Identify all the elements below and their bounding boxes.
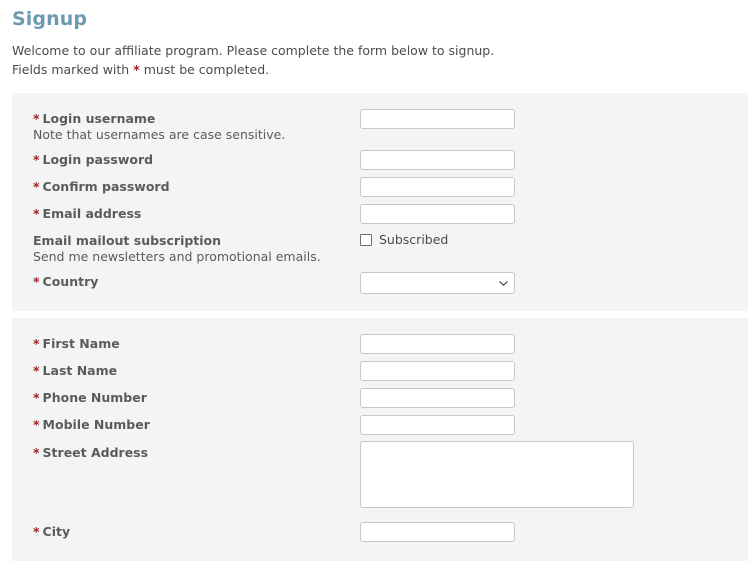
account-details-panel: * Login username Note that usernames are … (12, 92, 748, 311)
field-email (360, 202, 748, 224)
required-star-icon: * (33, 110, 40, 126)
username-input[interactable] (360, 108, 515, 129)
country-select-wrapper[interactable] (360, 271, 515, 294)
label-username: * Login username Note that usernames are … (33, 107, 360, 142)
label-mobile-number: * Mobile Number (33, 413, 360, 432)
page-header: Signup Welcome to our affiliate program.… (0, 0, 748, 79)
label-email-text: Email address (42, 205, 142, 221)
city-input[interactable] (360, 521, 515, 542)
required-star-icon: * (33, 389, 40, 405)
label-street-address-text: Street Address (42, 444, 149, 460)
form-row-city: * City (12, 520, 748, 547)
label-last-name-text: Last Name (42, 362, 118, 378)
label-first-name: * First Name (33, 332, 360, 351)
label-subscription: Email mailout subscription Send me newsl… (33, 229, 360, 264)
page-title: Signup (12, 8, 88, 30)
intro-line-2-prefix: Fields marked with (12, 61, 134, 77)
label-email-main: * Email address (33, 206, 141, 221)
label-password: * Login password (33, 148, 360, 167)
label-last-name-main: * Last Name (33, 363, 117, 378)
field-street-address (360, 440, 748, 508)
label-confirm-password-main: * Confirm password (33, 179, 170, 194)
required-star-icon: * (33, 335, 40, 351)
field-city (360, 520, 748, 542)
label-first-name-text: First Name (42, 335, 120, 351)
label-phone-number-main: * Phone Number (33, 390, 147, 405)
intro-text: Welcome to our affiliate program. Please… (12, 41, 748, 79)
form-row-confirm-password: * Confirm password (12, 175, 748, 202)
label-last-name: * Last Name (33, 359, 360, 378)
intro-line-1: Welcome to our affiliate program. Please… (12, 42, 495, 58)
label-first-name-main: * First Name (33, 336, 120, 351)
label-username-text: Login username (42, 110, 156, 126)
label-city-main: * City (33, 524, 70, 539)
required-star-icon: * (33, 151, 40, 167)
label-username-main: * Login username (33, 111, 155, 126)
label-country: * Country (33, 270, 360, 289)
label-mobile-number-text: Mobile Number (42, 416, 150, 432)
form-row-street-address: * Street Address (12, 440, 748, 520)
hint-username: Note that usernames are case sensitive. (33, 126, 286, 142)
form-row-subscription: Email mailout subscription Send me newsl… (12, 229, 748, 270)
street-address-textarea[interactable] (360, 440, 634, 508)
label-email: * Email address (33, 202, 360, 221)
required-star-icon: * (33, 523, 40, 539)
last-name-input[interactable] (360, 360, 515, 381)
contact-details-panel: *First Name *Last Name *Phone Number (12, 317, 748, 561)
required-star-icon: * (33, 273, 40, 289)
label-subscription-main: Email mailout subscription (33, 232, 222, 248)
confirm-password-input[interactable] (360, 176, 515, 197)
form-row-password: * Login password (12, 148, 748, 175)
required-star-icon: * (33, 205, 40, 221)
label-street-address: * Street Address (33, 440, 360, 460)
label-country-main: * Country (33, 274, 98, 289)
label-mobile-number-main: * Mobile Number (33, 417, 150, 432)
phone-number-input[interactable] (360, 387, 515, 408)
password-input[interactable] (360, 149, 515, 170)
field-phone-number (360, 386, 748, 408)
form-row-username: * Login username Note that usernames are … (12, 107, 748, 148)
form-row-country: * Country (12, 270, 748, 297)
email-input[interactable] (360, 203, 515, 224)
field-confirm-password (360, 175, 748, 197)
hint-subscription: Send me newsletters and promotional emai… (33, 248, 321, 264)
form-row-last-name: * Last Name (12, 359, 748, 386)
label-phone-number: * Phone Number (33, 386, 360, 405)
label-street-address-main: * Street Address (33, 445, 148, 460)
field-subscription: Subscribed (360, 229, 748, 247)
subscribed-checkbox-row[interactable]: Subscribed (360, 230, 748, 247)
signup-page: Signup Welcome to our affiliate program.… (0, 0, 748, 561)
field-mobile-number (360, 413, 748, 435)
label-city: * City (33, 520, 360, 539)
field-last-name (360, 359, 748, 381)
label-phone-number-text: Phone Number (42, 389, 147, 405)
country-select[interactable] (360, 271, 515, 294)
intro-line-2-suffix: must be completed. (139, 61, 270, 77)
label-password-text: Login password (42, 151, 154, 167)
field-username (360, 107, 748, 129)
label-confirm-password-text: Confirm password (42, 178, 170, 194)
label-confirm-password: * Confirm password (33, 175, 360, 194)
subscribed-checkbox[interactable] (360, 233, 372, 246)
mobile-number-input[interactable] (360, 414, 515, 435)
form-row-phone-number: * Phone Number (12, 386, 748, 413)
subscribed-checkbox-label: Subscribed (379, 231, 449, 247)
field-first-name (360, 332, 748, 354)
required-star-icon: * (33, 416, 40, 432)
first-name-input[interactable] (360, 333, 515, 354)
required-star-icon: * (33, 362, 40, 378)
form-row-email: * Email address (12, 202, 748, 229)
field-country (360, 270, 748, 294)
required-star-icon: * (33, 444, 40, 460)
label-country-text: Country (42, 273, 99, 289)
field-password (360, 148, 748, 170)
label-city-text: City (42, 523, 71, 539)
label-password-main: * Login password (33, 152, 153, 167)
form-row-first-name: * First Name (12, 332, 748, 359)
form-row-mobile-number: * Mobile Number (12, 413, 748, 440)
required-star-icon: * (33, 178, 40, 194)
